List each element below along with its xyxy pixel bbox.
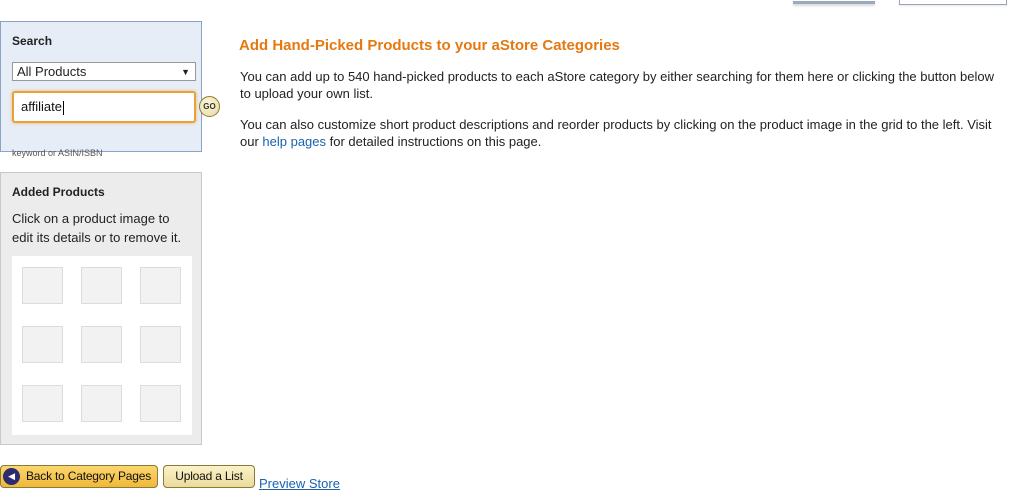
top-tab-left[interactable] [793, 0, 875, 4]
product-grid [12, 256, 192, 435]
text-caret [62, 100, 64, 115]
search-title: Search [12, 34, 53, 48]
preview-store-link[interactable]: Preview Store [259, 476, 340, 491]
product-slot[interactable] [22, 326, 63, 363]
page-title: Add Hand-Picked Products to your aStore … [239, 37, 620, 54]
intro-paragraph: You can add up to 540 hand-picked produc… [240, 69, 994, 101]
product-slot[interactable] [22, 385, 63, 422]
category-select[interactable]: All Products ▼ [12, 62, 196, 81]
search-panel: Search All Products ▼ affiliate keyword … [0, 21, 202, 158]
added-products-description: Click on a product image to edit its det… [12, 211, 182, 245]
arrow-left-icon: ◀ [3, 468, 20, 485]
upload-button-label: Upload a List [175, 469, 243, 483]
added-products-title: Added Products [12, 185, 105, 199]
help-paragraph-text-end: for detailed instructions on this page. [326, 134, 542, 149]
product-slot[interactable] [140, 267, 181, 304]
product-slot[interactable] [140, 385, 181, 422]
dropdown-arrow-icon: ▼ [181, 67, 190, 77]
back-to-category-pages-button[interactable]: ◀ Back to Category Pages [0, 465, 158, 488]
product-slot[interactable] [81, 326, 122, 363]
product-slot[interactable] [81, 385, 122, 422]
category-select-value: All Products [17, 64, 87, 79]
product-slot[interactable] [81, 267, 122, 304]
back-button-label: Back to Category Pages [26, 469, 152, 483]
help-pages-link[interactable]: help pages [262, 134, 326, 149]
added-products-panel: Added Products Click on a product image … [0, 172, 202, 445]
search-hint: keyword or ASIN/ISBN [12, 148, 103, 158]
search-input-value: affiliate [21, 99, 62, 114]
search-input[interactable]: affiliate [12, 91, 196, 123]
top-tab-right[interactable] [899, 0, 1007, 5]
help-paragraph: You can also customize short product des… [240, 116, 1008, 150]
product-slot[interactable] [140, 326, 181, 363]
product-slot[interactable] [22, 267, 63, 304]
go-button[interactable]: GO [199, 96, 220, 117]
upload-list-button[interactable]: Upload a List [163, 465, 255, 488]
